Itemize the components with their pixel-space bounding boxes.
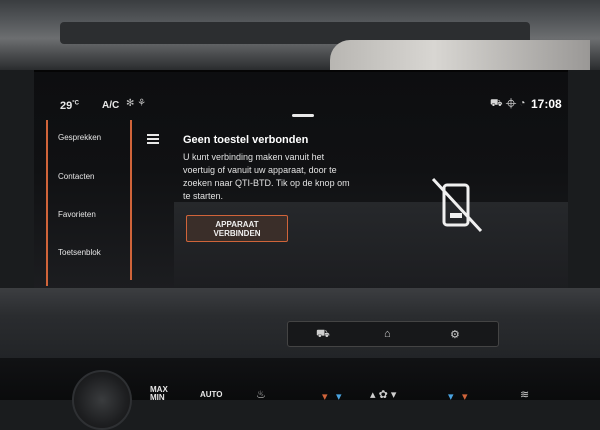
phone-sidebar: Gesprekken Contacten Favorieten Toetsenb… — [46, 120, 136, 286]
car-settings-icon[interactable]: ⚙ — [450, 328, 460, 341]
auto-button[interactable]: AUTO — [200, 390, 223, 399]
hamburger-menu-icon[interactable] — [147, 134, 159, 146]
trim-highlight — [330, 40, 590, 70]
location-icon: ⌖ — [505, 98, 517, 109]
car-icon[interactable]: ⛟ — [316, 328, 330, 342]
home-icon[interactable]: ⌂ — [384, 328, 391, 340]
sidebar-item-toetsenblok[interactable]: Toetsenblok — [58, 248, 101, 257]
sidebar-item-gesprekken[interactable]: Gesprekken — [58, 133, 101, 142]
temperature-unit: °C — [72, 100, 79, 107]
car-icon: ⛟ — [490, 98, 503, 109]
fan-speed-icon[interactable]: ▴ ✿ ▾ — [370, 388, 396, 401]
sidebar-item-favorieten[interactable]: Favorieten — [58, 210, 96, 219]
connection-instructions: U kunt verbinding maken vanuit het voert… — [183, 152, 350, 201]
outside-temperature: 29°C — [60, 100, 79, 112]
signal-icon: ◔ — [519, 98, 526, 109]
temperature-value: 29 — [60, 100, 73, 112]
page-title: Geen toestel verbonden — [183, 134, 309, 146]
infotainment-screen: 29°C A/C ✻ ⚘ ⛟ ⌖ ◔ 17:08 Gesprekken Cont… — [34, 70, 568, 290]
status-bar: 29°C A/C ✻ ⚘ ⛟ ⌖ ◔ 17:08 — [34, 72, 568, 117]
connect-device-button[interactable]: APPARAAT VERBINDEN — [186, 215, 288, 242]
clock: 17:08 — [531, 97, 562, 111]
shortcut-button-bar: ⛟ ⌂ ⚙ — [287, 321, 499, 347]
temp-down-icon[interactable]: ▾ — [336, 390, 342, 403]
temp-down-right-icon[interactable]: ▾ — [448, 390, 454, 403]
temp-up-right-icon[interactable]: ▾ — [462, 390, 468, 403]
seat-heat-icon[interactable]: ♨ — [256, 388, 266, 401]
sidebar-item-contacten[interactable]: Contacten — [58, 172, 94, 181]
temp-up-icon[interactable]: ▾ — [322, 390, 328, 403]
status-icons: ⛟ ⌖ ◔ — [490, 98, 525, 111]
pull-down-handle[interactable] — [292, 114, 314, 117]
fan-icon[interactable]: ✻ ⚘ — [126, 98, 146, 109]
volume-knob[interactable] — [72, 370, 132, 430]
phone-disconnected-icon — [431, 177, 483, 233]
dashboard-top-trim — [0, 0, 600, 70]
sidebar-scroll-rail[interactable] — [130, 120, 132, 280]
rear-defrost-icon[interactable]: ≋ — [520, 388, 529, 401]
ac-label[interactable]: A/C — [102, 100, 119, 111]
